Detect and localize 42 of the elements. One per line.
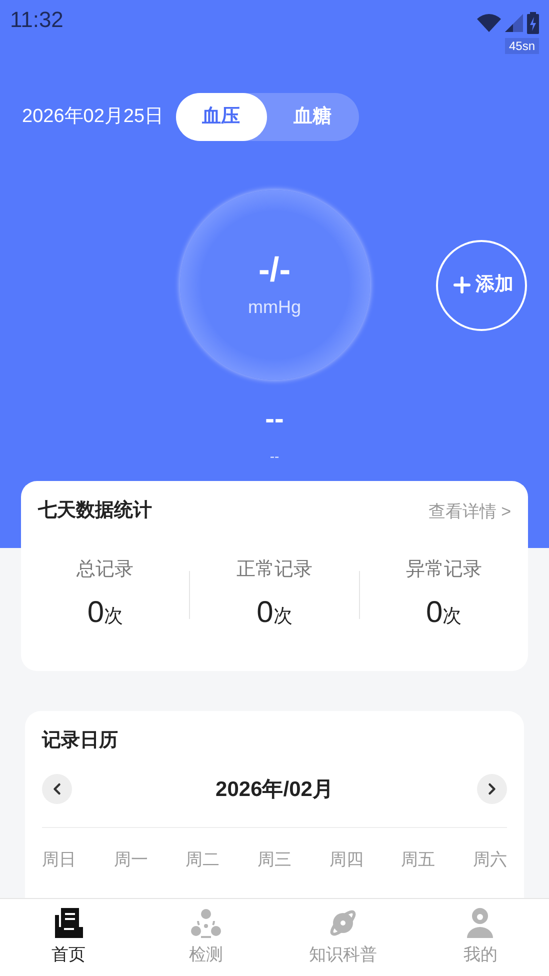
signal-icon <box>505 14 523 32</box>
tab[interactable]: 血压 <box>176 93 267 141</box>
status-time: 11:32 <box>10 6 64 34</box>
date-label: 2026年02月25日 <box>22 104 164 129</box>
stat-unit: 次 <box>273 605 292 629</box>
stat-value: 0 <box>87 595 104 631</box>
status-value: -- <box>265 402 284 436</box>
stat-label: 正常记录 <box>236 558 312 582</box>
unit-label: mmHg <box>248 296 301 319</box>
status-note: -- <box>270 447 280 466</box>
previous-month-button[interactable] <box>42 774 72 804</box>
tab[interactable]: 血糖 <box>266 93 359 141</box>
weekday-label: 周日 <box>42 849 76 871</box>
card-title: 七天数据统计 <box>38 498 152 523</box>
nav-tab[interactable]: 检测 <box>137 899 274 976</box>
add-button[interactable]: 添加 <box>436 240 527 330</box>
nav-tab[interactable]: 知识科普 <box>274 899 412 976</box>
weekday-label: 周五 <box>401 849 436 871</box>
inbox-icon <box>54 907 84 939</box>
nav-tab[interactable]: 我的 <box>412 899 549 976</box>
month-label: 2026年/02月 <box>216 776 334 802</box>
stat-value: 0 <box>426 595 443 631</box>
stat-unit: 次 <box>104 605 123 629</box>
stat-value: 0 <box>256 595 274 631</box>
nav-tab[interactable]: 首页 <box>0 899 138 976</box>
stat-label: 异常记录 <box>406 558 482 582</box>
stat-label: 总记录 <box>76 558 134 582</box>
battery-icon <box>527 12 539 34</box>
molecule-icon <box>190 907 222 939</box>
wifi-icon <box>477 14 501 32</box>
details-link[interactable]: 查看详情 > <box>428 498 511 524</box>
weekday-label: 周六 <box>472 849 507 871</box>
stat-unit: 次 <box>442 605 462 629</box>
weekday-label: 周二 <box>186 849 220 871</box>
status-badge: 45sn <box>504 38 539 54</box>
weekday-label: 周三 <box>257 849 292 871</box>
reading-value: -/- <box>258 250 291 290</box>
weekday-label: 周一 <box>114 849 148 871</box>
next-month-button[interactable] <box>476 774 507 804</box>
card-title: 记录日历 <box>42 729 119 753</box>
person-icon <box>465 907 496 939</box>
weekday-label: 周四 <box>329 849 364 871</box>
